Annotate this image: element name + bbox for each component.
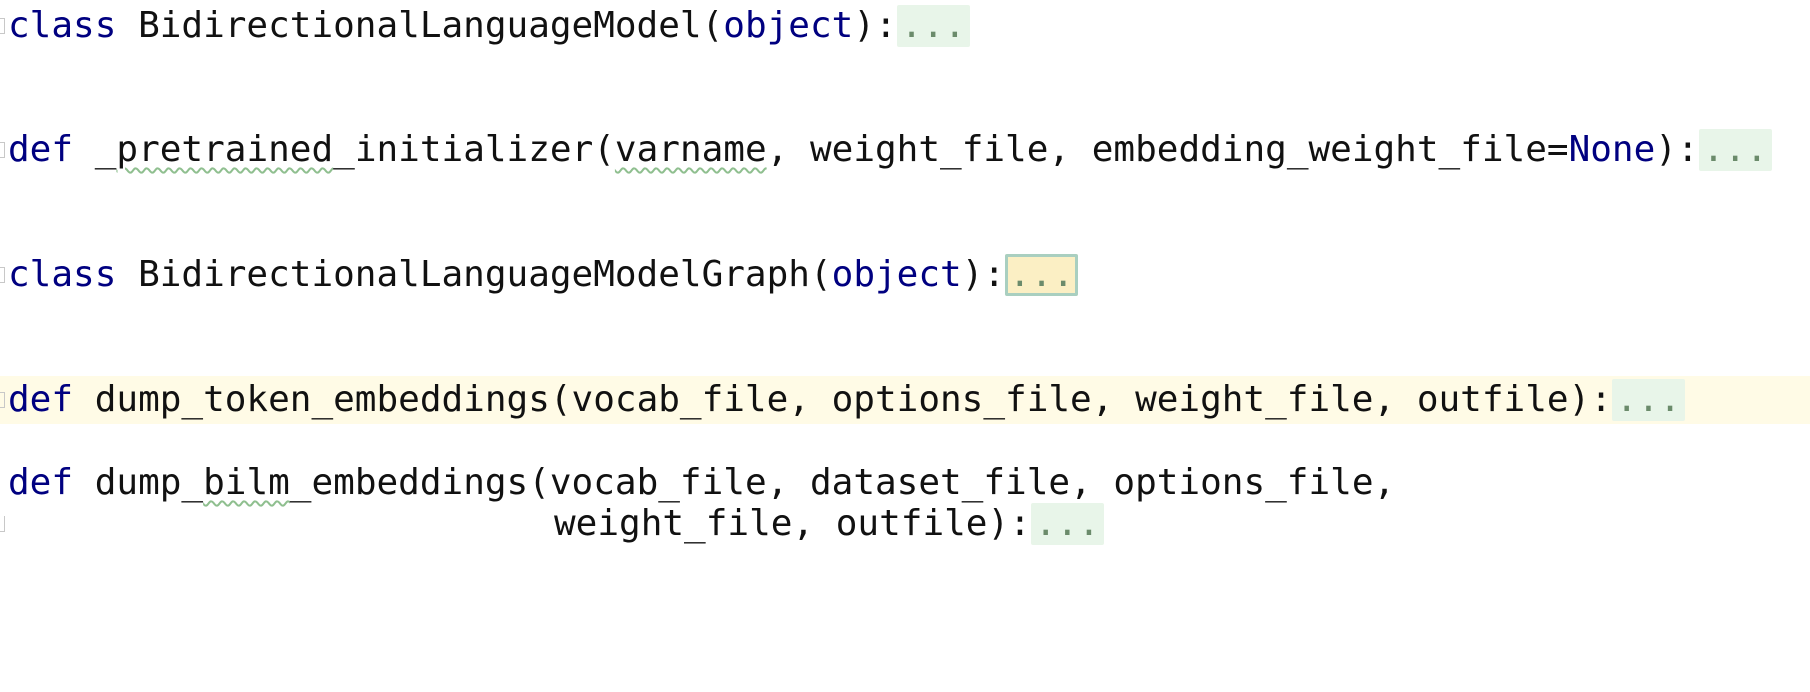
fold-gutter-icon[interactable] [0,267,5,283]
folded-region-button[interactable]: ... [1611,379,1685,421]
function-name-prefix: dump_ [94,462,204,503]
spelling-warning-word[interactable]: bilm [203,462,290,503]
function-params-continuation: weight_file, outfile): [554,503,1031,544]
code-line-class-bilm[interactable]: class BidirectionalLanguageModel(object)… [0,2,1810,50]
folded-region-button-selected[interactable]: ... [1005,254,1079,296]
function-params: _embeddings(vocab_file, dataset_file, op… [289,462,1396,503]
none-constant: None [1568,129,1656,170]
keyword-def: def [8,129,74,170]
paren-open: ( [701,5,724,46]
class-name: BidirectionalLanguageModelGraph [138,254,810,295]
keyword-class: class [8,254,117,295]
code-line-def-pretrained-initializer[interactable]: def _pretrained_initializer(varname, wei… [0,126,1810,174]
paren-open: ( [809,254,832,295]
fold-gutter-end-icon[interactable] [0,516,5,532]
fold-gutter-icon[interactable] [0,392,5,408]
function-params: , weight_file, embedding_weight_file= [766,129,1569,170]
code-text: def dump_token_embeddings(vocab_file, op… [8,376,1685,424]
code-text: def _pretrained_initializer(varname, wei… [8,126,1772,174]
paren-close-colon: ): [853,5,897,46]
paren-close-colon: ): [961,254,1006,295]
code-line-continuation[interactable]: weight_file, outfile):... [0,500,1810,548]
code-editor[interactable]: class BidirectionalLanguageModel(object)… [0,0,1810,642]
code-text: class BidirectionalLanguageModelGraph(ob… [8,251,1079,299]
folded-region-button[interactable]: ... [1030,503,1104,545]
folded-region-button[interactable]: ... [1698,129,1772,171]
keyword-class: class [8,5,117,46]
fold-gutter-icon[interactable] [0,142,5,158]
code-text: class BidirectionalLanguageModel(object)… [8,2,970,50]
base-class: object [723,5,854,46]
code-line-def-dump-token-embeddings[interactable]: def dump_token_embeddings(vocab_file, op… [0,376,1810,424]
function-name-suffix: _initializer( [333,129,615,170]
function-name-prefix: _ [94,129,117,170]
spelling-warning-word[interactable]: pretrained [116,129,333,170]
paren-close-colon: ): [1655,129,1699,170]
folded-region-button[interactable]: ... [896,5,970,47]
base-class: object [831,254,962,295]
spelling-warning-arg[interactable]: varname [615,129,767,170]
code-text: weight_file, outfile):... [554,500,1104,548]
code-line-class-bilm-graph[interactable]: class BidirectionalLanguageModelGraph(ob… [0,251,1810,299]
fold-gutter-icon[interactable] [0,18,5,34]
keyword-def: def [8,462,74,503]
class-name: BidirectionalLanguageModel [138,5,702,46]
keyword-def: def [8,379,74,420]
function-signature: dump_token_embeddings(vocab_file, option… [94,379,1612,420]
